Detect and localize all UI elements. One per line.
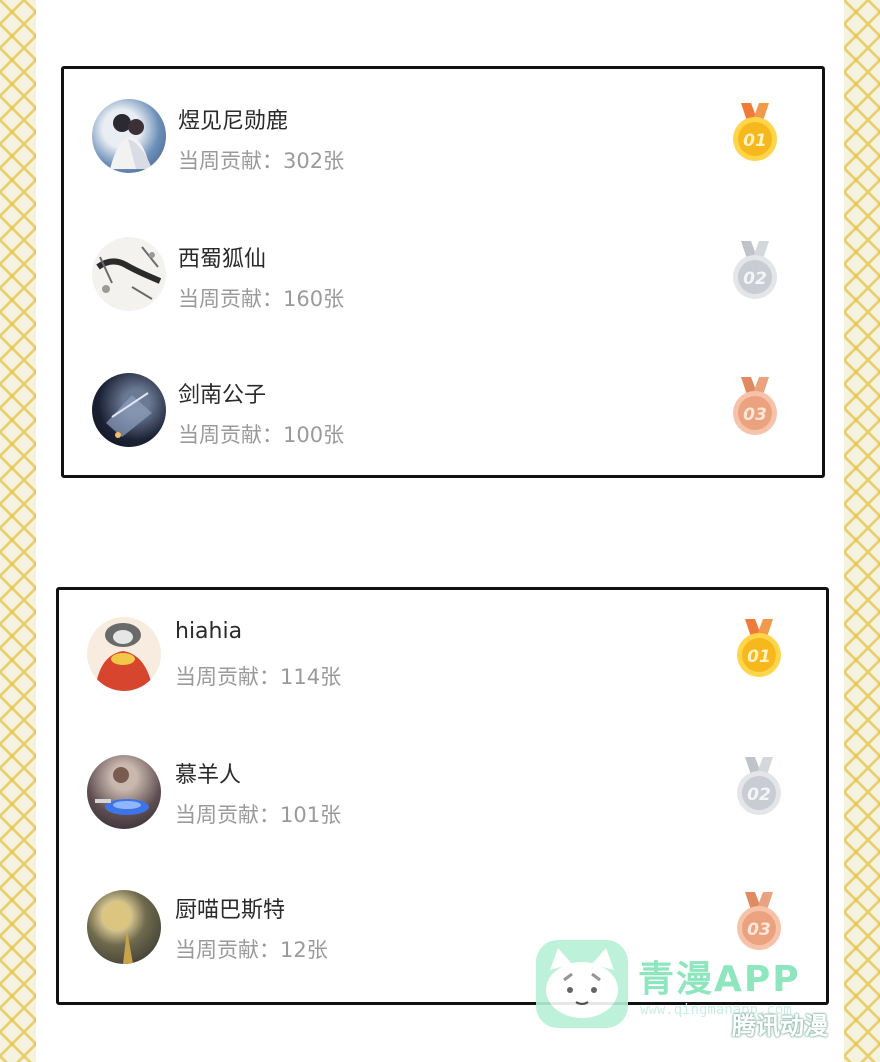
user-name: hiahia <box>175 619 243 644</box>
ranking-panel-1: 煜见尼勋鹿 当周贡献：302张 01 西蜀狐仙 当周贡献：160张 02 剑南公… <box>61 66 825 478</box>
silver-medal-icon: 02 <box>737 757 781 815</box>
silver-medal-icon: 02 <box>733 241 777 299</box>
rank-label: 03 <box>747 920 771 940</box>
avatar[interactable] <box>92 237 166 311</box>
rank-label: 03 <box>743 405 767 425</box>
avatar[interactable] <box>87 617 161 691</box>
ranking-row[interactable]: 剑南公子 当周贡献：100张 03 <box>64 373 822 453</box>
user-name: 煜见尼勋鹿 <box>178 109 289 134</box>
avatar[interactable] <box>92 99 166 173</box>
gold-medal-icon: 01 <box>737 619 781 677</box>
rank-label: 01 <box>747 647 771 667</box>
rank-label: 02 <box>743 269 767 289</box>
bronze-medal-icon: 03 <box>733 377 777 435</box>
avatar[interactable] <box>87 890 161 964</box>
contribution-text: 当周贡献：100张 <box>178 423 345 447</box>
avatar-image <box>106 392 152 438</box>
user-name: 剑南公子 <box>178 383 267 408</box>
user-name: 西蜀狐仙 <box>178 247 267 272</box>
watermark-subtitle: 腾讯动漫 <box>732 1012 828 1040</box>
user-name: 慕羊人 <box>175 763 242 788</box>
avatar-image <box>110 114 152 169</box>
decorative-border-left <box>0 0 36 1062</box>
avatar-image <box>95 767 149 815</box>
avatar[interactable] <box>92 373 166 447</box>
ranking-row[interactable]: hiahia 当周贡献：114张 01 <box>59 617 826 697</box>
ranking-row[interactable]: 煜见尼勋鹿 当周贡献：302张 01 <box>64 99 822 179</box>
gold-medal-icon: 01 <box>733 103 777 161</box>
contribution-text: 当周贡献：160张 <box>178 287 345 311</box>
user-name: 厨喵巴斯特 <box>175 898 286 923</box>
watermark-title: 青漫APP <box>638 959 801 1000</box>
avatar-image <box>95 623 153 691</box>
contribution-text: 当周贡献：101张 <box>175 803 342 827</box>
rank-label: 01 <box>743 131 767 151</box>
contribution-text: 当周贡献：302张 <box>178 149 345 173</box>
rank-label: 02 <box>747 785 771 805</box>
cat-logo-icon <box>536 940 628 1028</box>
ranking-row[interactable]: 慕羊人 当周贡献：101张 02 <box>59 755 826 835</box>
ranking-row[interactable]: 西蜀狐仙 当周贡献：160张 02 <box>64 237 822 317</box>
contribution-text: 当周贡献：114张 <box>175 665 342 689</box>
watermark: 青漫APP www.qingmanapp.com 腾讯动漫 <box>536 940 836 1040</box>
contribution-text: 当周贡献：12张 <box>175 938 328 962</box>
avatar[interactable] <box>87 755 161 829</box>
avatar-image <box>103 902 133 964</box>
decorative-border-right <box>844 0 880 1062</box>
avatar-image <box>96 246 162 300</box>
